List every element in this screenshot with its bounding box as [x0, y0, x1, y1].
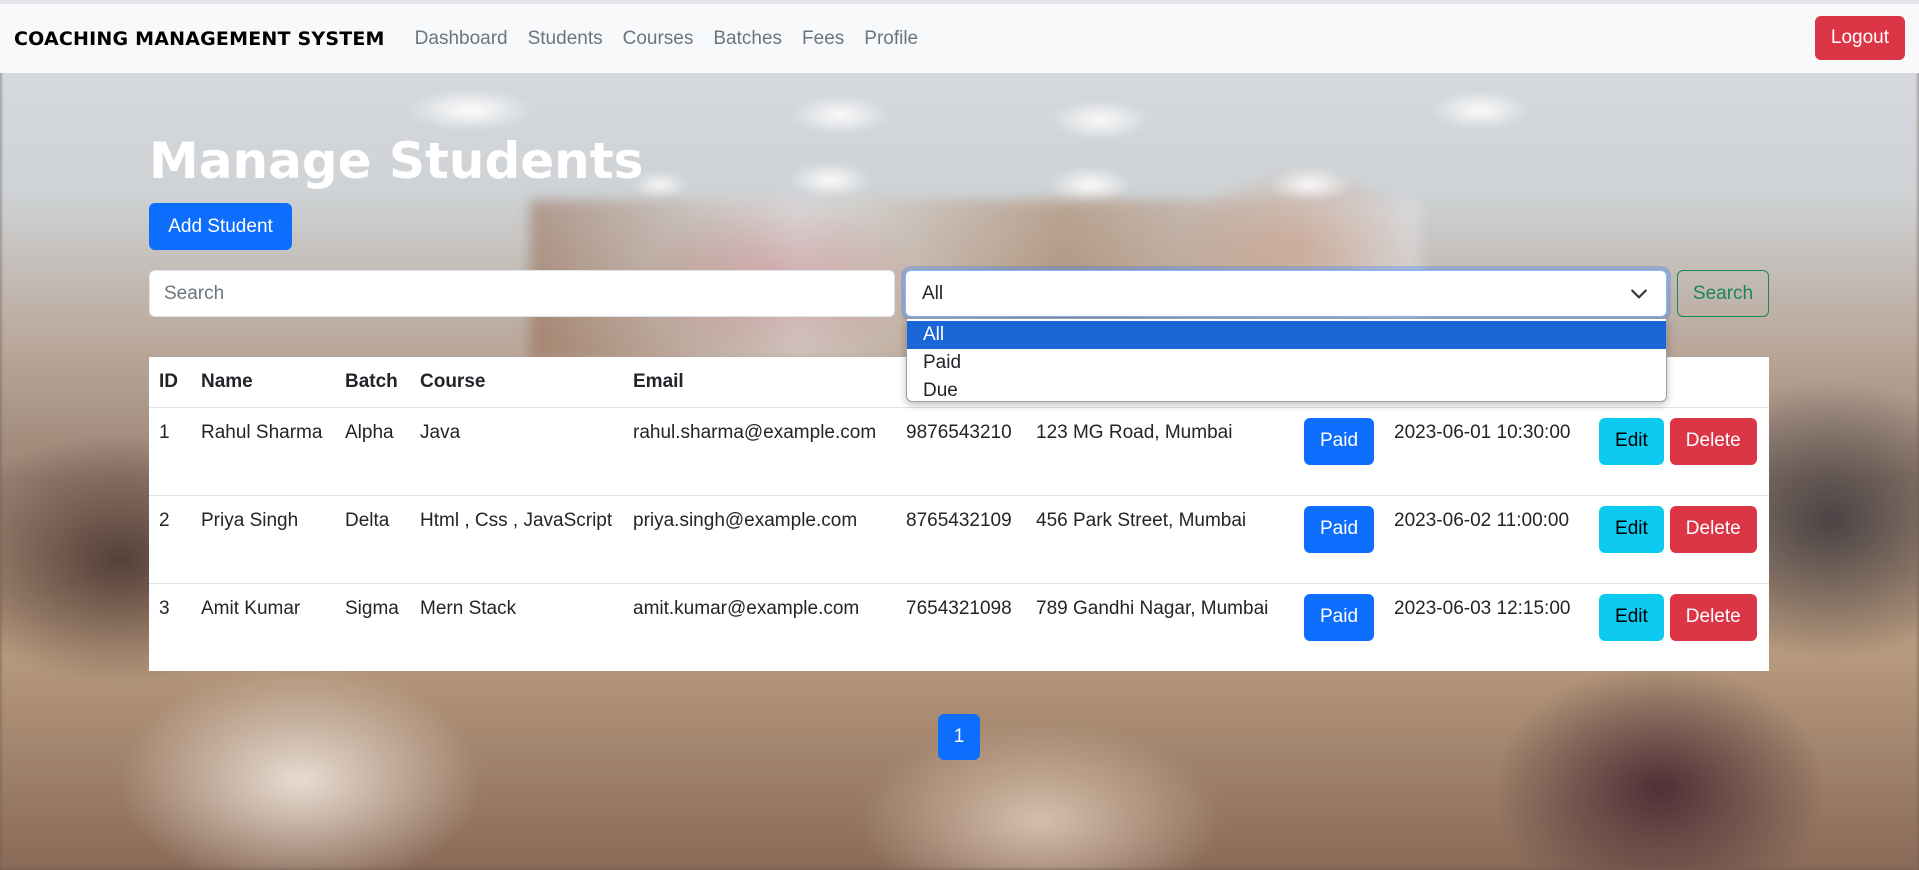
- cell-id: 3: [159, 597, 170, 619]
- cell-address: 123 MG Road, Mumbai: [1026, 407, 1294, 496]
- search-input[interactable]: [149, 270, 895, 317]
- cell-id: 1: [149, 407, 191, 496]
- delete-button[interactable]: Delete: [1669, 593, 1757, 641]
- add-student-button[interactable]: Add Student: [149, 203, 292, 250]
- nav-link-courses[interactable]: Courses: [623, 28, 694, 50]
- delete-button[interactable]: Delete: [1669, 417, 1757, 465]
- table-row: 1 Rahul Sharma Alpha Java rahul.sharma@e…: [149, 407, 1769, 496]
- fee-status-paid-button[interactable]: Paid: [1304, 593, 1375, 641]
- edit-button[interactable]: Edit: [1599, 505, 1664, 553]
- nav-link-dashboard[interactable]: Dashboard: [415, 28, 508, 50]
- dropdown-option-all[interactable]: All: [907, 321, 1666, 349]
- cell-course: Mern Stack: [420, 597, 517, 619]
- brand-title: COACHING MANAGEMENT SYSTEM: [14, 27, 385, 50]
- nav-link-students[interactable]: Students: [528, 28, 603, 50]
- col-header-name: Name: [191, 357, 335, 408]
- cell-address: 789 Gandhi Nagar, Mumbai: [1036, 597, 1269, 619]
- fee-status-selected-value: All: [922, 282, 944, 304]
- table-row: 3 Amit Kumar Sigma Mern Stack amit.kumar…: [149, 583, 1769, 671]
- cell-name: Amit Kumar: [201, 597, 301, 619]
- page-title: Manage Students: [149, 132, 644, 190]
- nav-link-profile[interactable]: Profile: [864, 28, 918, 50]
- cell-batch: Alpha: [335, 407, 410, 496]
- col-header-email: Email: [623, 357, 896, 408]
- cell-phone: 9876543210: [896, 407, 1026, 496]
- cell-email: priya.singh@example.com: [623, 495, 896, 584]
- cell-fee-status: Paid: [1294, 495, 1385, 584]
- col-header-id: ID: [149, 357, 191, 408]
- cell-phone: 7654321098: [906, 597, 1012, 619]
- cell-email: amit.kumar@example.com: [633, 597, 860, 619]
- nav-link-fees[interactable]: Fees: [802, 28, 844, 50]
- col-header-course: Course: [410, 357, 623, 408]
- cell-phone: 8765432109: [896, 495, 1026, 584]
- cell-fee-status: Paid: [1294, 583, 1384, 671]
- col-header-batch: Batch: [335, 357, 410, 408]
- cell-address: 456 Park Street, Mumbai: [1026, 495, 1294, 584]
- cell-course: Html , Css , JavaScript: [410, 495, 623, 584]
- fee-status-dropdown-list: All Paid Due: [906, 318, 1667, 402]
- pagination-page-1[interactable]: 1: [938, 714, 980, 760]
- fee-status-select[interactable]: All: [905, 270, 1667, 317]
- search-button[interactable]: Search: [1677, 270, 1769, 317]
- cell-actions: Edit Delete: [1589, 407, 1769, 496]
- fee-status-paid-button[interactable]: Paid: [1304, 417, 1375, 465]
- nav-link-batches[interactable]: Batches: [713, 28, 782, 50]
- cell-actions: Edit Delete: [1589, 583, 1769, 671]
- cell-batch: Sigma: [345, 597, 399, 619]
- delete-button[interactable]: Delete: [1669, 505, 1757, 553]
- dropdown-option-due[interactable]: Due: [907, 377, 1666, 405]
- cell-id: 2: [149, 495, 191, 584]
- chevron-down-icon: [1631, 289, 1647, 299]
- table-row: 2 Priya Singh Delta Html , Css , JavaScr…: [149, 495, 1769, 584]
- cell-date: 2023-06-02 11:00:00: [1384, 495, 1590, 584]
- edit-button[interactable]: Edit: [1599, 593, 1664, 641]
- cell-name: Priya Singh: [191, 495, 335, 584]
- top-navbar: COACHING MANAGEMENT SYSTEM Dashboard Stu…: [0, 0, 1919, 73]
- cell-date: 2023-06-01 10:30:00: [1384, 407, 1590, 496]
- cell-email: rahul.sharma@example.com: [623, 407, 896, 496]
- cell-course: Java: [410, 407, 623, 496]
- dropdown-option-paid[interactable]: Paid: [907, 349, 1666, 377]
- cell-actions: Edit Delete: [1589, 495, 1769, 584]
- cell-name: Rahul Sharma: [191, 407, 335, 496]
- cell-date: 2023-06-03 12:15:00: [1394, 597, 1571, 619]
- logout-button[interactable]: Logout: [1814, 16, 1905, 60]
- fee-status-paid-button[interactable]: Paid: [1304, 505, 1375, 553]
- cell-fee-status: Paid: [1294, 407, 1385, 496]
- edit-button[interactable]: Edit: [1599, 417, 1664, 465]
- cell-batch: Delta: [335, 495, 410, 584]
